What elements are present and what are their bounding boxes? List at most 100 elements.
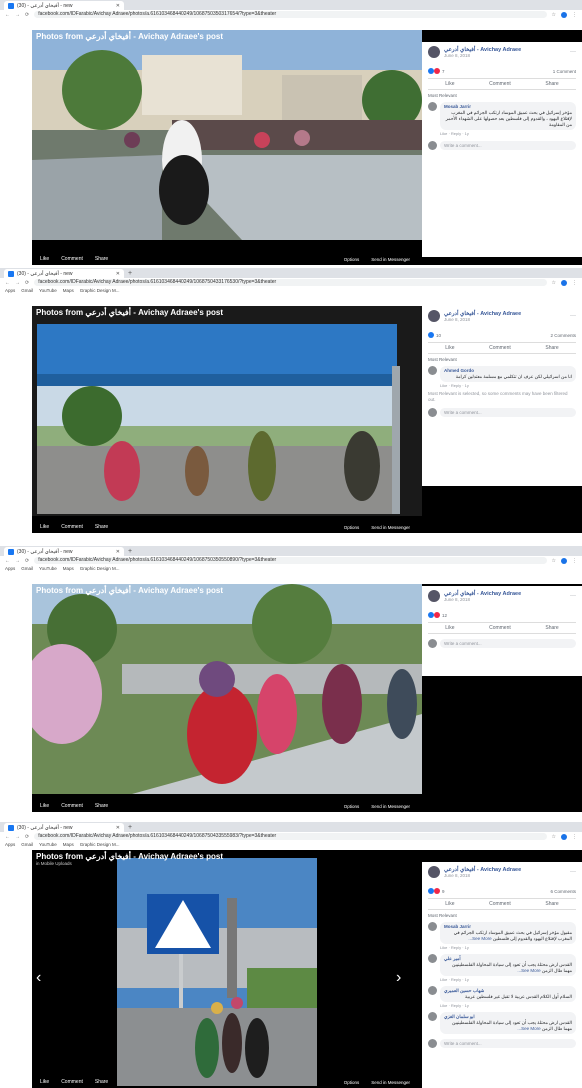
forward-icon[interactable]: → (15, 558, 20, 564)
profile-avatar[interactable] (561, 11, 567, 18)
close-icon[interactable]: ✕ (116, 271, 120, 277)
star-icon[interactable]: ☆ (552, 558, 556, 564)
bookmark-gmail[interactable]: Gmail (21, 288, 33, 293)
new-tab-icon[interactable]: + (128, 823, 132, 832)
comment-sort[interactable]: Most Relevant (428, 357, 576, 362)
star-icon[interactable]: ☆ (552, 280, 556, 286)
bookmark-maps[interactable]: Maps (63, 842, 74, 847)
bookmark-maps[interactable]: Maps (63, 566, 74, 571)
like-button[interactable]: Like (40, 256, 49, 262)
see-more-link[interactable]: See More... (517, 1026, 540, 1031)
back-icon[interactable]: ← (5, 12, 10, 18)
options-button[interactable]: Options (344, 525, 360, 530)
comment-input[interactable]: Write a comment... (440, 1039, 576, 1048)
avatar[interactable] (428, 102, 437, 111)
comment-meta[interactable]: Like · Reply · 1y (440, 945, 576, 950)
comment-button[interactable]: Comment (61, 524, 83, 530)
avatar[interactable] (428, 590, 440, 602)
bookmark-apps[interactable]: Apps (5, 566, 15, 571)
browser-tab[interactable]: (30) - ‏أفيخاي أدرعي‏ - new ✕ (4, 1, 124, 10)
avatar[interactable] (428, 954, 437, 963)
comment-input[interactable]: Write a comment... (440, 408, 576, 417)
viewer-subtitle[interactable]: in Mobile Uploads (36, 861, 223, 866)
share-button[interactable]: Share (545, 81, 558, 87)
next-arrow-icon[interactable]: › (396, 969, 401, 987)
comment-meta[interactable]: Like · Reply · 1y (440, 383, 576, 388)
forward-icon[interactable]: → (15, 280, 20, 286)
comment-button[interactable]: Comment (61, 1079, 83, 1085)
options-button[interactable]: Options (344, 1080, 360, 1085)
photo[interactable] (32, 30, 422, 240)
bookmark-maps[interactable]: Maps (63, 288, 74, 293)
comment-button[interactable]: Comment (489, 81, 511, 87)
photo[interactable] (32, 306, 422, 516)
reactions-row[interactable]: 10 2 Comments (428, 332, 576, 338)
profile-avatar[interactable] (561, 279, 567, 286)
bookmark-youtube[interactable]: YouTube (39, 842, 57, 847)
send-messenger-button[interactable]: Send in Messenger (371, 804, 410, 809)
menu-icon[interactable]: ⋮ (572, 12, 577, 18)
avatar[interactable] (428, 366, 437, 375)
more-options-icon[interactable]: ··· (570, 869, 576, 875)
share-button[interactable]: Share (545, 625, 558, 631)
forward-icon[interactable]: → (15, 834, 20, 840)
post-author[interactable]: ‏أفيخاي أدرعي‏ - Avichay Adraee (444, 591, 521, 597)
like-button[interactable]: Like (445, 625, 454, 631)
reactions-row[interactable]: 12 (428, 612, 576, 618)
like-button[interactable]: Like (40, 1079, 49, 1085)
bookmark-apps[interactable]: Apps (5, 842, 15, 847)
reload-icon[interactable]: ⟳ (25, 834, 29, 840)
comment-sort[interactable]: Most Relevant (428, 93, 576, 98)
back-icon[interactable]: ← (5, 834, 10, 840)
comment-button[interactable]: Comment (489, 901, 511, 907)
comment-count[interactable]: 2 Comments (550, 333, 576, 338)
star-icon[interactable]: ☆ (552, 12, 556, 18)
photo[interactable] (117, 858, 317, 1086)
comment-count[interactable]: 1 Comment (553, 69, 576, 74)
avatar[interactable] (428, 46, 440, 58)
menu-icon[interactable]: ⋮ (572, 558, 577, 564)
more-options-icon[interactable]: ··· (570, 593, 576, 599)
address-bar[interactable]: facebook.com/IDFarabic/Avichay Adraee/ph… (34, 833, 547, 840)
avatar[interactable] (428, 922, 437, 931)
address-bar[interactable]: facebook.com/IDFarabic/Avichay Adraee/ph… (34, 279, 547, 286)
avatar[interactable] (428, 310, 440, 322)
close-icon[interactable]: ✕ (116, 549, 120, 555)
comment-input[interactable]: Write a comment... (440, 639, 576, 648)
share-button[interactable]: Share (95, 256, 108, 262)
share-button[interactable]: Share (95, 524, 108, 530)
bookmark-gmail[interactable]: Gmail (21, 566, 33, 571)
post-author[interactable]: ‏أفيخاي أدرعي‏ - Avichay Adraee (444, 47, 521, 53)
close-icon[interactable]: ✕ (116, 825, 120, 831)
bookmark-youtube[interactable]: YouTube (39, 288, 57, 293)
back-icon[interactable]: ← (5, 280, 10, 286)
see-more-link[interactable]: See More... (517, 968, 540, 973)
like-button[interactable]: Like (445, 901, 454, 907)
comment-button[interactable]: Comment (489, 345, 511, 351)
share-button[interactable]: Share (95, 1079, 108, 1085)
more-options-icon[interactable]: ··· (570, 49, 576, 55)
send-messenger-button[interactable]: Send in Messenger (371, 257, 410, 262)
new-tab-icon[interactable]: + (128, 547, 132, 556)
profile-avatar[interactable] (561, 557, 567, 564)
share-button[interactable]: Share (95, 803, 108, 809)
star-icon[interactable]: ☆ (552, 834, 556, 840)
comment-button[interactable]: Comment (61, 803, 83, 809)
share-button[interactable]: Share (545, 345, 558, 351)
bookmark-graphic-design[interactable]: Graphic Design M... (80, 842, 120, 847)
bookmark-apps[interactable]: Apps (5, 288, 15, 293)
forward-icon[interactable]: → (15, 12, 20, 18)
reload-icon[interactable]: ⟳ (25, 12, 29, 18)
browser-tab[interactable]: (30) - ‏أفيخاي أدرعي‏ - new ✕ (4, 823, 124, 832)
post-date[interactable]: June 8, 2018 (444, 317, 521, 322)
post-author[interactable]: ‏أفيخاي أدرعي‏ - Avichay Adraee (444, 311, 521, 317)
bookmark-gmail[interactable]: Gmail (21, 842, 33, 847)
post-date[interactable]: June 8, 2018 (444, 597, 521, 602)
browser-tab[interactable]: (30) - ‏أفيخاي أدرعي‏ - new ✕ (4, 269, 124, 278)
comment-meta[interactable]: Like · Reply · 1y (440, 1003, 576, 1008)
new-tab-icon[interactable]: + (128, 269, 132, 278)
comment-meta[interactable]: Like · Reply · 1y (440, 131, 576, 136)
post-author[interactable]: ‏أفيخاي أدرعي‏ - Avichay Adraee (444, 867, 521, 873)
reactions-row[interactable]: 7 1 Comment (428, 68, 576, 74)
bookmark-youtube[interactable]: YouTube (39, 566, 57, 571)
